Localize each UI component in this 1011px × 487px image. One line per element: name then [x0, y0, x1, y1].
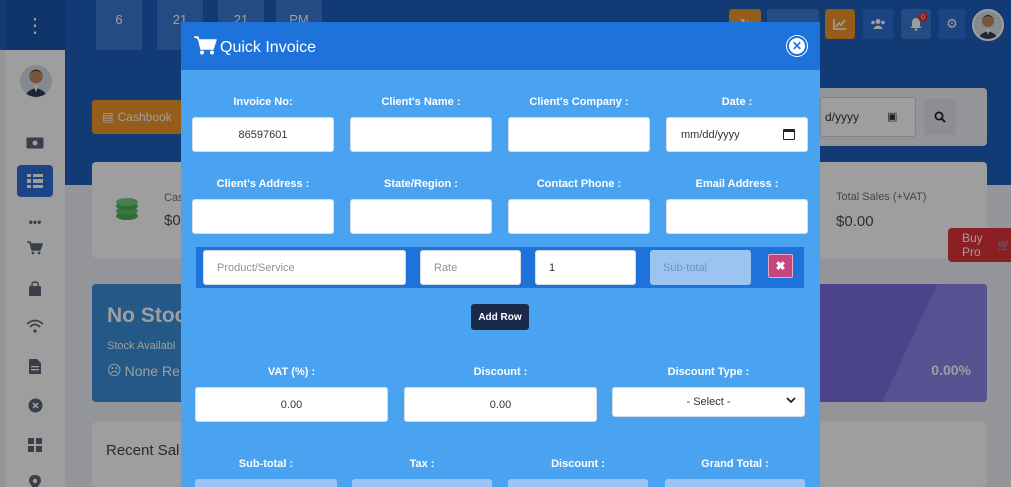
- totals-discount-field: [508, 479, 648, 487]
- invoice-no-label: Invoice No:: [233, 96, 293, 108]
- modal-title: Quick Invoice: [220, 38, 317, 56]
- client-company-label: Client's Company :: [529, 96, 629, 108]
- item-subtotal-field: Sub-total: [650, 250, 751, 285]
- email-label: Email Address :: [695, 178, 779, 190]
- client-name-input[interactable]: [350, 117, 492, 152]
- rate-input[interactable]: Rate: [420, 250, 521, 285]
- vat-value: 0.00: [280, 398, 303, 411]
- grand-total-field: [665, 479, 805, 487]
- chevron-down-icon: [786, 395, 796, 407]
- client-address-input[interactable]: [192, 199, 334, 234]
- totals-discount-label: Discount :: [551, 458, 605, 470]
- invoice-no-input[interactable]: 86597601: [192, 117, 334, 152]
- client-name-label: Client's Name :: [381, 96, 461, 108]
- calendar-icon[interactable]: [783, 129, 795, 140]
- quantity-input[interactable]: 1: [535, 250, 636, 285]
- totals-tax-field: [352, 479, 492, 487]
- totals-tax-label: Tax :: [409, 458, 435, 470]
- invoice-date-input[interactable]: mm/dd/yyyy: [666, 117, 808, 152]
- date-label: Date :: [721, 96, 753, 108]
- subtotal-placeholder: Sub-total: [663, 261, 708, 274]
- state-region-label: State/Region :: [384, 178, 458, 190]
- discount-value: 0.00: [489, 398, 512, 411]
- modal-header: Quick Invoice ✕: [181, 22, 820, 70]
- totals-subtotal-label: Sub-total :: [238, 458, 294, 470]
- add-row-label: Add Row: [478, 311, 522, 323]
- vat-label: VAT (%) :: [267, 366, 316, 378]
- discount-type-label: Discount Type :: [667, 366, 750, 378]
- rate-placeholder: Rate: [434, 261, 458, 274]
- product-service-input[interactable]: Product/Service: [203, 250, 406, 285]
- date-placeholder: mm/dd/yyyy: [681, 128, 740, 141]
- invoice-no-value: 86597601: [238, 128, 288, 141]
- remove-row-button[interactable]: ✖: [768, 254, 793, 278]
- client-company-input[interactable]: [508, 117, 650, 152]
- email-input[interactable]: [666, 199, 808, 234]
- close-modal-button[interactable]: ✕: [787, 36, 807, 56]
- discount-type-select[interactable]: - Select -: [612, 387, 805, 417]
- shopping-cart-icon: [193, 35, 217, 60]
- client-address-label: Client's Address :: [216, 178, 310, 190]
- totals-subtotal-field: [195, 479, 337, 487]
- product-placeholder: Product/Service: [217, 261, 295, 274]
- quick-invoice-modal: Quick Invoice ✕ Invoice No: Client's Nam…: [181, 22, 820, 487]
- discount-input[interactable]: 0.00: [404, 387, 597, 422]
- discount-label: Discount :: [473, 366, 528, 378]
- vat-input[interactable]: 0.00: [195, 387, 388, 422]
- state-region-input[interactable]: [350, 199, 492, 234]
- contact-phone-label: Contact Phone :: [536, 178, 622, 190]
- add-row-button[interactable]: Add Row: [471, 304, 529, 330]
- contact-phone-input[interactable]: [508, 199, 650, 234]
- grand-total-label: Grand Total :: [701, 458, 769, 470]
- quantity-value: 1: [549, 261, 556, 274]
- discount-type-selected: - Select -: [686, 396, 731, 408]
